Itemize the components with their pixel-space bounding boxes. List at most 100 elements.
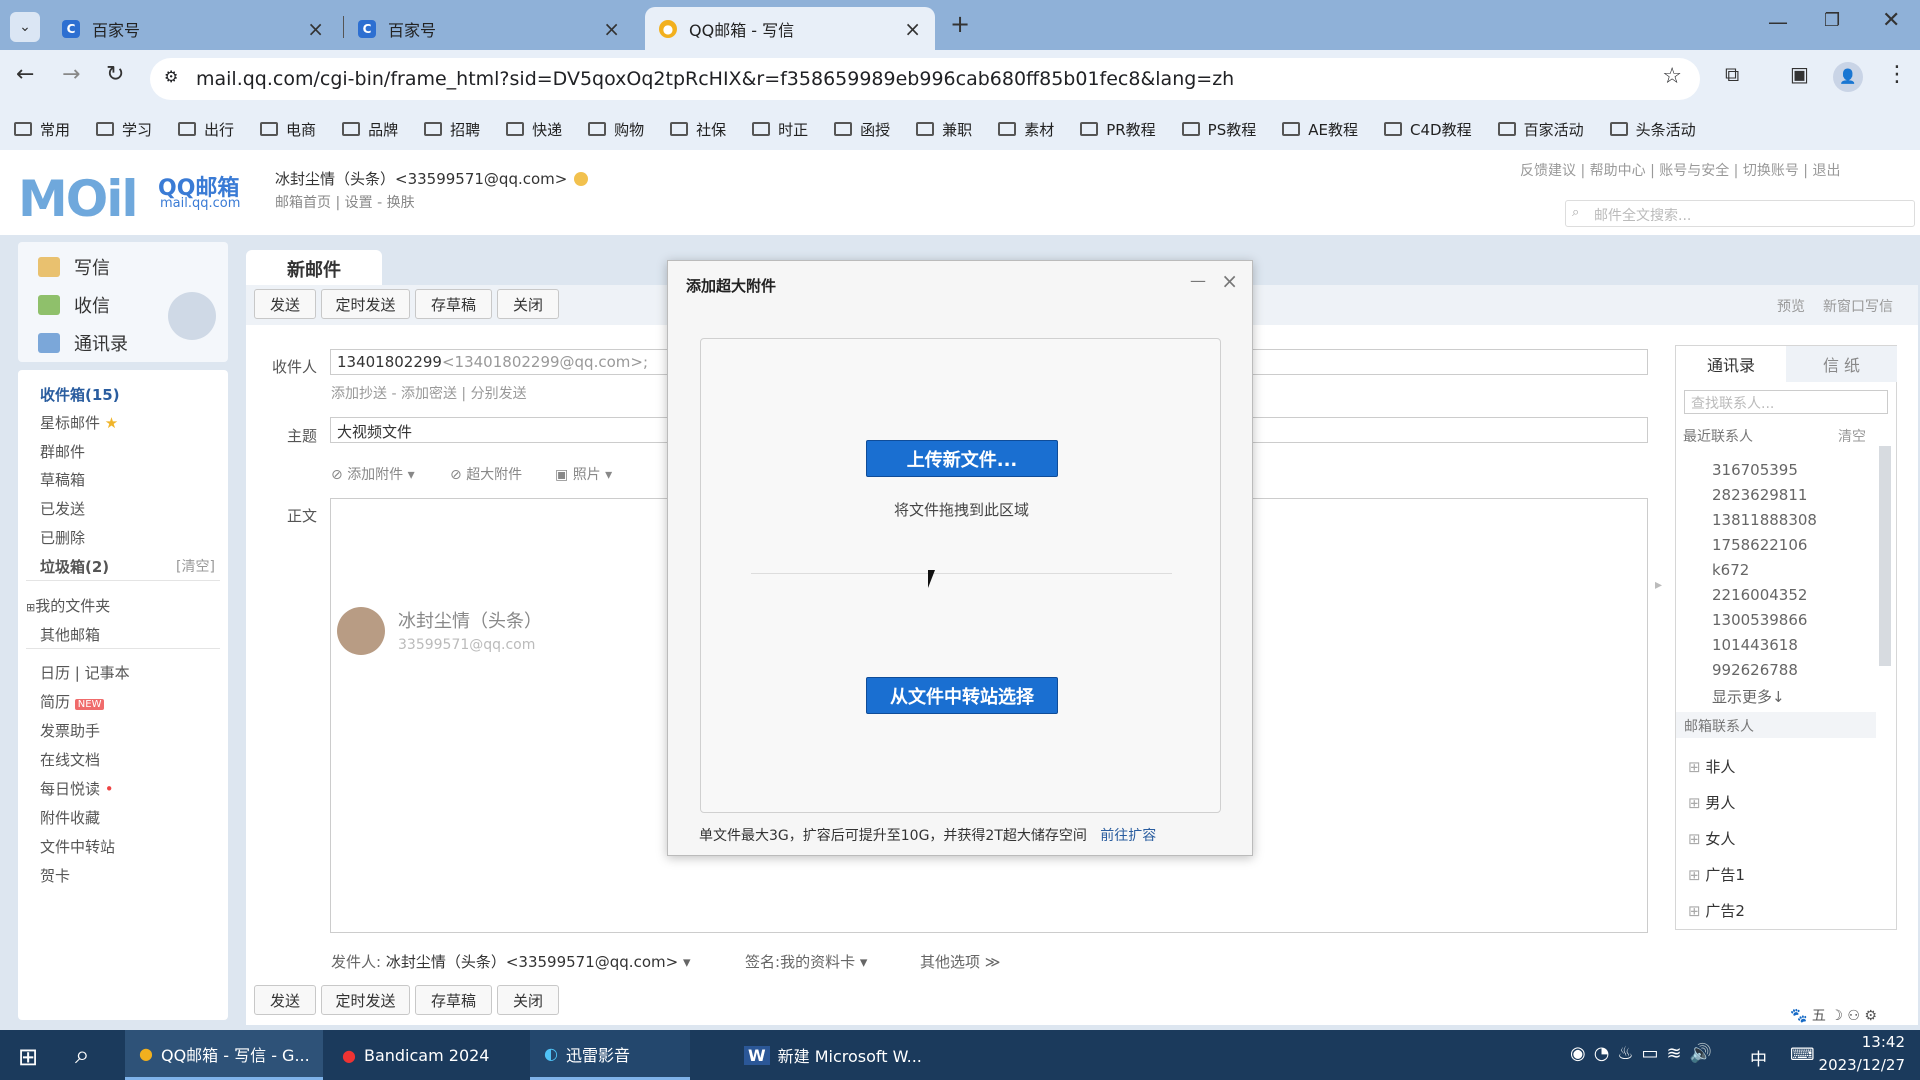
bookmark-item[interactable]: 社保 <box>670 119 726 140</box>
system-tray-icons[interactable]: ◉◔♨▭≋🔊 <box>1570 1043 1720 1064</box>
close-icon[interactable]: × <box>603 17 620 41</box>
search-icon[interactable]: ⌕ <box>75 1040 90 1071</box>
cc-links[interactable]: 添加抄送 - 添加密送 | 分别发送 <box>331 383 527 403</box>
bookmark-item[interactable]: 品牌 <box>342 119 398 140</box>
drop-zone[interactable]: 上传新文件... 将文件拖拽到此区域 从文件中转站选择 <box>700 338 1221 813</box>
add-attachment-button[interactable]: ⊘ 添加附件 ▾ <box>331 464 415 484</box>
bookmark-item[interactable]: 招聘 <box>424 119 480 140</box>
save-draft-button[interactable]: 存草稿 <box>415 289 492 319</box>
signature-select[interactable]: 签名:我的资料卡 ▾ <box>745 951 867 972</box>
calendar-notes[interactable]: 日历 | 记事本 <box>40 662 130 683</box>
transfer-link[interactable]: 文件中转站 <box>40 836 115 857</box>
forward-icon[interactable]: → <box>62 62 80 87</box>
contact-item[interactable]: 13811888308 <box>1712 511 1817 529</box>
user-links[interactable]: 邮箱首页 | 设置 - 换肤 <box>275 192 415 212</box>
close-button[interactable]: 关闭 <box>497 289 559 319</box>
tab-stationery[interactable]: 信 纸 <box>1786 346 1897 382</box>
contact-item[interactable]: 1300539866 <box>1712 611 1807 629</box>
contact-item[interactable]: 1758622106 <box>1712 536 1807 554</box>
contact-item[interactable]: k672 <box>1712 561 1749 579</box>
bookmark-item[interactable]: 函授 <box>834 119 890 140</box>
my-folders[interactable]: ⊞我的文件夹 <box>26 595 110 616</box>
contact-group[interactable]: ⊞ 非人 <box>1688 756 1735 777</box>
top-links[interactable]: 反馈建议 | 帮助中心 | 账号与安全 | 切换账号 | 退出 <box>1520 160 1840 180</box>
folder-drafts[interactable]: 草稿箱 <box>40 469 85 490</box>
online-doc-link[interactable]: 在线文档 <box>40 749 100 770</box>
contact-group[interactable]: ⊞ 男人 <box>1688 792 1735 813</box>
minimize-icon[interactable]: — <box>1768 10 1788 34</box>
ime-toolbar[interactable]: 🐾 五 ☽ ⚇ ⚙ <box>1790 1005 1877 1025</box>
bookmark-item[interactable]: 学习 <box>96 119 152 140</box>
profile-icon[interactable]: 👤 <box>1833 62 1863 92</box>
folder-star[interactable]: 星标邮件 ★ <box>40 412 118 433</box>
new-window-link[interactable]: 新窗口写信 <box>1823 296 1893 316</box>
minimize-icon[interactable]: — <box>1190 271 1206 290</box>
folder-spam[interactable]: 垃圾箱(2) <box>40 556 109 577</box>
bookmark-item[interactable]: PR教程 <box>1080 119 1156 140</box>
save-draft-button-bottom[interactable]: 存草稿 <box>415 985 492 1015</box>
taskbar-chrome[interactable]: ● QQ邮箱 - 写信 - G... <box>125 1030 323 1080</box>
vip-icon[interactable] <box>574 172 588 186</box>
bookmark-item[interactable]: AE教程 <box>1282 119 1358 140</box>
clock-date[interactable]: 2023/12/27 <box>1813 1056 1905 1074</box>
qqmail-logo[interactable]: MOil <box>18 170 139 228</box>
window-close-icon[interactable]: ✕ <box>1882 8 1900 33</box>
taskbar-xunlei[interactable]: ◐ 迅雷影音 <box>530 1030 690 1080</box>
folder-inbox[interactable]: 收件箱(15) <box>40 384 120 405</box>
url-field[interactable]: ⚙ mail.qq.com/cgi-bin/frame_html?sid=DV5… <box>150 58 1700 100</box>
tab-baijiahao-1[interactable]: C 百家号 × <box>48 7 338 50</box>
taskbar-bandicam[interactable]: ● Bandicam 2024 <box>328 1030 523 1080</box>
attach-fav-link[interactable]: 附件收藏 <box>40 807 100 828</box>
from-transfer-button[interactable]: 从文件中转站选择 <box>866 677 1058 714</box>
menu-icon[interactable]: ⋮ <box>1886 62 1908 87</box>
bookmark-item[interactable]: C4D教程 <box>1384 119 1472 140</box>
contact-group[interactable]: ⊞ 广告1 <box>1688 864 1745 885</box>
invoice-link[interactable]: 发票助手 <box>40 720 100 741</box>
bookmark-item[interactable]: 头条活动 <box>1609 119 1696 140</box>
contact-item[interactable]: 992626788 <box>1712 661 1798 679</box>
upload-new-file-button[interactable]: 上传新文件... <box>866 440 1058 477</box>
bookmark-item[interactable]: 快递 <box>506 119 562 140</box>
new-tab-icon[interactable]: + <box>950 10 970 38</box>
back-icon[interactable]: ← <box>16 62 34 87</box>
folder-other[interactable]: 其他邮箱 <box>40 624 100 645</box>
bookmark-item[interactable]: PS教程 <box>1181 119 1256 140</box>
contact-item[interactable]: 316705395 <box>1712 461 1798 479</box>
preview-link[interactable]: 预览 <box>1777 296 1805 316</box>
contact-group[interactable]: ⊞ 广告2 <box>1688 900 1745 921</box>
bookmark-item[interactable]: 素材 <box>998 119 1054 140</box>
clear-link[interactable]: 清空 <box>1838 426 1866 446</box>
send-button-bottom[interactable]: 发送 <box>254 985 316 1015</box>
contact-item[interactable]: 101443618 <box>1712 636 1798 654</box>
contact-search-input[interactable]: 查找联系人... <box>1684 390 1888 414</box>
bookmark-item[interactable]: 常用 <box>14 119 70 140</box>
inbox-button[interactable]: 收信 <box>38 292 110 318</box>
folder-sent[interactable]: 已发送 <box>40 498 85 519</box>
send-button[interactable]: 发送 <box>254 289 316 319</box>
contact-item[interactable]: 2216004352 <box>1712 586 1807 604</box>
bookmark-item[interactable]: 百家活动 <box>1497 119 1584 140</box>
ime-mode-icon[interactable]: ⌨ <box>1790 1045 1815 1065</box>
windows-start-icon[interactable]: ⊞ <box>18 1043 38 1071</box>
contacts-button[interactable]: 通讯录 <box>38 330 128 356</box>
bookmark-star-icon[interactable]: ☆ <box>1662 64 1682 89</box>
restore-icon[interactable]: ❐ <box>1824 10 1840 31</box>
reload-icon[interactable]: ↻ <box>106 62 124 87</box>
tab-baijiahao-2[interactable]: C 百家号 × <box>344 7 634 50</box>
other-options[interactable]: 其他选项 ≫ <box>920 951 1001 972</box>
bookmark-item[interactable]: 电商 <box>260 119 316 140</box>
folder-group[interactable]: 群邮件 <box>40 441 85 462</box>
taskbar-word[interactable]: W 新建 Microsoft W... <box>730 1030 930 1080</box>
contact-group[interactable]: ⊞ 女人 <box>1688 828 1735 849</box>
tab-new-mail[interactable]: 新邮件 <box>246 250 382 288</box>
ime-indicator[interactable]: 中 <box>1750 1045 1767 1070</box>
close-icon[interactable]: × <box>1221 269 1238 293</box>
big-attachment-button[interactable]: ⊘ 超大附件 <box>450 464 522 484</box>
sender-row[interactable]: 发件人: 冰封尘情（头条）<33599571@qq.com> ▾ <box>331 951 691 972</box>
photo-button[interactable]: ▣ 照片 ▾ <box>555 464 612 484</box>
daily-link[interactable]: 每日悦读 • <box>40 778 114 799</box>
timed-send-button[interactable]: 定时发送 <box>321 289 410 319</box>
expand-link[interactable]: 前往扩容 <box>1100 828 1156 844</box>
show-more-link[interactable]: 显示更多↓ <box>1712 686 1785 707</box>
close-icon[interactable]: × <box>904 17 921 41</box>
